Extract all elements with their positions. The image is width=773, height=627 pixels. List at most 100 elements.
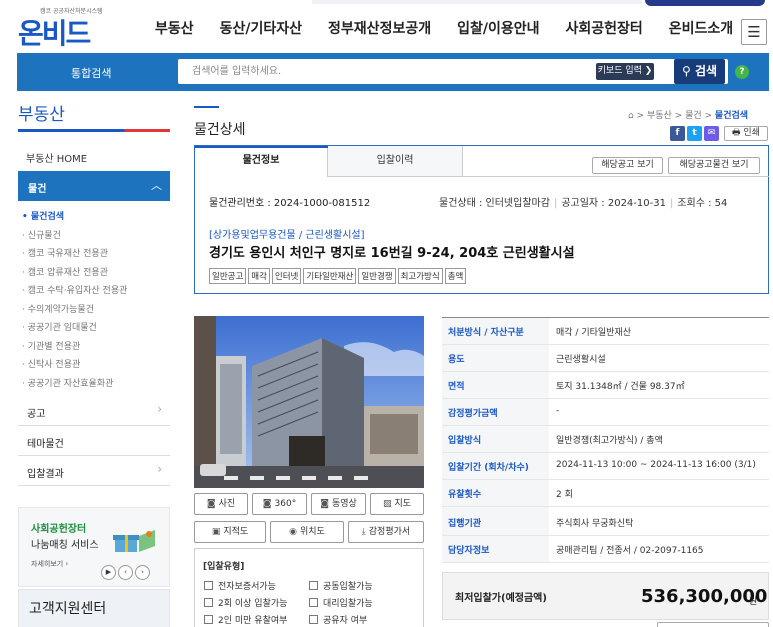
property-photo[interactable] bbox=[194, 316, 424, 488]
prev-icon[interactable]: ‹ bbox=[118, 565, 133, 580]
sidebar-item-theme[interactable]: 테마물건 bbox=[18, 426, 170, 456]
table-row: 용도 근린생활시설 bbox=[442, 345, 769, 372]
map-icon: ▨ bbox=[382, 499, 392, 509]
sidebar-item-notice[interactable]: 공고 › bbox=[18, 396, 170, 426]
email-icon[interactable]: ✉ bbox=[704, 126, 719, 141]
main-nav: 부동산 동산/기타자산 정부재산정보공개 입찰/이용안내 사회공헌장터 온비드소… bbox=[155, 18, 759, 38]
view-count: 조회수 : 54 bbox=[677, 198, 728, 209]
breadcrumb-current[interactable]: 물건검색 bbox=[715, 111, 748, 121]
checkbox-icon bbox=[204, 615, 213, 624]
tag: 총액 bbox=[444, 268, 467, 284]
gift-box-icon bbox=[113, 530, 155, 552]
bid-type-item[interactable]: 2인 미만 유찰여부 bbox=[204, 613, 287, 626]
video-button[interactable]: ◙ 동영상 bbox=[311, 493, 366, 515]
sidebar-item-kamco-seized[interactable]: · 캠코 압류재산 전용관 bbox=[22, 265, 127, 284]
sidebar-item-new[interactable]: · 신규물건 bbox=[22, 228, 127, 247]
table-row: 유찰횟수 2 회 bbox=[442, 480, 769, 507]
sidebar-title-rule bbox=[18, 129, 170, 132]
location-map-button[interactable]: ◉ 위치도 bbox=[270, 521, 344, 543]
view-notice-items-button[interactable]: 해당공고물건 보기 bbox=[668, 157, 760, 174]
tab-item-info[interactable]: 물건정보 bbox=[195, 146, 328, 177]
next-section-edge bbox=[657, 622, 769, 627]
bid-type-item[interactable]: 2회 이상 입찰가능 bbox=[204, 596, 287, 609]
help-icon[interactable]: ? bbox=[735, 65, 749, 79]
banner-more-link[interactable]: 자세히보기 › bbox=[31, 559, 68, 569]
nav-social-market[interactable]: 사회공헌장터 bbox=[566, 18, 643, 38]
play-icon[interactable]: ▶ bbox=[101, 565, 116, 580]
sidebar-item-public-efficiency[interactable]: · 공공기관 자산효율화관 bbox=[22, 376, 127, 395]
breadcrumb: ⌂ > 부동산 > 물건 > 물건검색 bbox=[628, 111, 749, 121]
print-button[interactable]: 🖶 인쇄 bbox=[724, 126, 768, 141]
breadcrumb-item[interactable]: 물건 bbox=[685, 111, 702, 121]
bid-type-item[interactable]: 공동입찰가능 bbox=[309, 579, 373, 592]
customer-support-box[interactable]: 고객지원센터 bbox=[18, 589, 170, 627]
chevron-up-icon: ︿ bbox=[151, 179, 162, 192]
sidebar-item-public-lease[interactable]: · 공공기관 임대물건 bbox=[22, 320, 127, 339]
tag: 매각 bbox=[248, 268, 270, 284]
sidebar-item-search[interactable]: • 물건검색 bbox=[22, 209, 127, 228]
top-event-pill[interactable] bbox=[645, 0, 765, 6]
cadastral-map-button[interactable]: ▣ 지적도 bbox=[194, 521, 266, 543]
table-row: 집행기관 주식회사 무궁화신탁 bbox=[442, 509, 769, 536]
logo[interactable]: 캠코 공공자산처분시스템 온비드 bbox=[18, 4, 103, 50]
item-status: 물건상태 : 인터넷입찰마감 bbox=[439, 198, 550, 209]
sidebar-item-trust-company[interactable]: · 신탁사 전용관 bbox=[22, 357, 127, 376]
item-info-box: 물건정보 입찰이력 해당공고 보기 해당공고물건 보기 물건관리번호 : 202… bbox=[194, 145, 769, 294]
sidebar-section-label: 물건 bbox=[28, 184, 47, 195]
download-icon: ⤓ bbox=[361, 527, 366, 537]
tab-underline bbox=[463, 176, 769, 177]
page: 캠코 공공자산처분시스템 온비드 부동산 동산/기타자산 정부재산정보공개 입찰… bbox=[0, 0, 773, 627]
sidebar-title: 부동산 bbox=[18, 105, 65, 125]
breadcrumb-item[interactable]: 부동산 bbox=[647, 111, 672, 121]
chevron-right-icon: › bbox=[157, 402, 162, 416]
sidebar-section-items[interactable]: 물건 ︿ bbox=[18, 171, 170, 201]
next-icon[interactable]: › bbox=[135, 565, 150, 580]
social-market-banner[interactable]: 사회공헌장터 나눔매칭 서비스 자세히보기 › ▶ ‹ › bbox=[18, 507, 170, 587]
keyboard-input-button[interactable]: 키보드 입력 ❯ bbox=[596, 63, 654, 80]
bid-type-item[interactable]: 공유자 여부 bbox=[309, 613, 367, 626]
nav-gov-property[interactable]: 정부재산정보공개 bbox=[328, 18, 431, 38]
home-icon[interactable]: ⌂ bbox=[628, 111, 634, 121]
photo-button[interactable]: ◙ 사진 bbox=[194, 493, 248, 515]
facebook-icon[interactable]: f bbox=[670, 126, 685, 141]
customer-support-title: 고객지원센터 bbox=[29, 601, 107, 617]
view-notice-button[interactable]: 해당공고 보기 bbox=[592, 157, 663, 174]
bid-type-box: [입찰유형] 전자보증서가능 공동입찰가능 2회 이상 입찰가능 대리입찰가능 … bbox=[194, 548, 424, 627]
table-row: 담당자정보 공매관리팀 / 전종서 / 02-2097-1165 bbox=[442, 536, 769, 563]
bid-type-item[interactable]: 전자보증서가능 bbox=[204, 579, 276, 592]
nav-real-estate[interactable]: 부동산 bbox=[155, 18, 194, 38]
share-buttons: f t ✉ bbox=[670, 126, 719, 141]
search-button-label: 검색 bbox=[694, 64, 718, 78]
page-title: 물건상세 bbox=[194, 122, 246, 138]
banner-title: 사회공헌장터 bbox=[31, 524, 87, 535]
sidebar-item-private-contract[interactable]: · 수의계약가능물건 bbox=[22, 302, 127, 321]
hamburger-menu-icon[interactable]: ☰ bbox=[741, 19, 767, 45]
appraisal-report-button[interactable]: ⤓ 감정평가서 bbox=[348, 521, 424, 543]
sidebar-item-agency[interactable]: · 기관별 전용관 bbox=[22, 339, 127, 358]
map-button[interactable]: ▨ 지도 bbox=[370, 493, 424, 515]
twitter-icon[interactable]: t bbox=[687, 126, 702, 141]
sidebar-home-link[interactable]: 부동산 HOME bbox=[26, 150, 87, 165]
sidebar-item-bid-result[interactable]: 입찰결과 › bbox=[18, 456, 170, 486]
tag: 최고가방식 bbox=[397, 268, 443, 284]
search-icon: ⚲ bbox=[681, 64, 695, 78]
search-button[interactable]: ⚲ 검색 bbox=[674, 59, 725, 84]
nav-bid-guide[interactable]: 입찰/이용안내 bbox=[457, 18, 539, 38]
panorama-button[interactable]: ◙ 360° bbox=[252, 493, 307, 515]
item-address: 경기도 용인시 처인구 명지로 16번길 9-24, 204호 근린생활시설 bbox=[209, 246, 575, 261]
sidebar-item-kamco-trust[interactable]: · 캠코 수탁·유입자산 전용관 bbox=[22, 283, 127, 302]
location-icon: ◉ bbox=[289, 527, 297, 537]
table-row: 입찰방식 일반경쟁(최고가방식) / 총액 bbox=[442, 426, 769, 453]
sidebar-sub-menu: • 물건검색 · 신규물건 · 캠코 국유재산 전용관 · 캠코 압류재산 전용… bbox=[22, 209, 127, 394]
nav-about[interactable]: 온비드소개 bbox=[669, 18, 733, 38]
checkbox-icon bbox=[204, 581, 213, 590]
bid-type-item[interactable]: 대리입찰가능 bbox=[309, 596, 373, 609]
checkbox-icon bbox=[309, 598, 318, 607]
tab-bid-history[interactable]: 입찰이력 bbox=[328, 146, 463, 177]
sidebar-item-kamco-national[interactable]: · 캠코 국유재산 전용관 bbox=[22, 246, 127, 265]
logo-text: 온비드 bbox=[18, 17, 91, 50]
nav-movables[interactable]: 동산/기타자산 bbox=[220, 18, 302, 38]
title-accent bbox=[194, 106, 219, 108]
tag: 기타일반재산 bbox=[303, 268, 357, 284]
price-unit: 원 bbox=[749, 597, 758, 607]
